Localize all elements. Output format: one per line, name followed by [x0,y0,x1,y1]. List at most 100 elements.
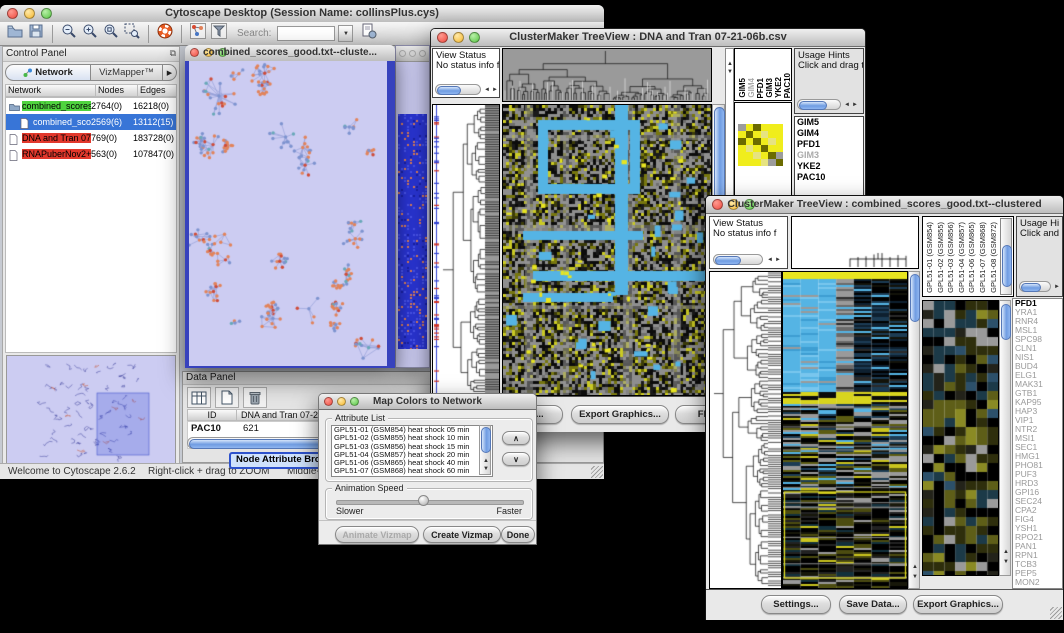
tab-overflow-button[interactable]: ▶ [163,64,177,81]
matrix-cell[interactable] [738,145,746,152]
tv2-zoom-vscroll-thumb[interactable] [1001,304,1011,340]
matrix-cell[interactable] [753,124,761,131]
tv2-button[interactable]: Export Graphics... [913,595,1003,614]
column-header-network[interactable]: Network [5,84,95,97]
network-manager-icon[interactable] [189,22,207,45]
inactive-zoom-button[interactable] [419,50,426,57]
tv1-column-dendrogram[interactable] [502,48,712,102]
tv1-row-label[interactable]: GIM3 [795,150,863,161]
search-dropdown-button[interactable]: ▼ [338,25,353,42]
matrix-cell[interactable] [738,124,746,131]
matrix-cell[interactable] [776,124,784,131]
tv1-row-label[interactable]: YKE2 [795,161,863,172]
matrix-cell[interactable] [738,159,746,166]
tv2-global-heatmap[interactable] [782,271,908,589]
matrix-cell[interactable] [746,138,754,145]
scroll-left-icon[interactable]: ◄ [767,257,773,263]
tab-network[interactable]: Network [5,64,91,81]
treeview1-titlebar[interactable]: ClusterMaker TreeView : DNA and Tran 07-… [431,29,865,47]
dense-network-canvas[interactable] [398,114,427,349]
scroll-right-icon[interactable]: ► [775,257,781,263]
speed-slider-track[interactable] [336,500,524,505]
scroll-left-icon[interactable]: ◄ [844,102,850,108]
matrix-cell[interactable] [776,145,784,152]
matrix-cell[interactable] [761,138,769,145]
scroll-up-icon[interactable]: ▲ [912,564,918,570]
dialog-button-create-vizmap[interactable]: Create Vizmap [423,526,501,543]
tv2-zoom-heatmap[interactable] [922,300,999,576]
matrix-cell[interactable] [753,145,761,152]
tv2-column-dendrogram[interactable] [791,216,919,269]
tv1-status-hscroll-thumb[interactable] [437,86,461,95]
matrix-cell[interactable] [768,159,776,166]
scroll-down-icon[interactable]: ▼ [483,466,489,472]
tv1-column-label[interactable]: GIM5 [738,78,747,98]
tv2-column-label[interactable]: GPL51-01 (GSM854) [925,222,934,293]
network-list-row[interactable]: DNA and Tran 07769(0)183728(0) [6,130,176,146]
dialog-titlebar[interactable]: Map Colors to Network [319,394,536,410]
new-attribute-icon[interactable] [215,387,239,408]
matrix-cell[interactable] [753,152,761,159]
matrix-cell[interactable] [753,159,761,166]
matrix-cell[interactable] [768,145,776,152]
network-list-row[interactable]: combined_scores_2764(0)16218(0) [6,98,176,114]
treeview2-titlebar[interactable]: ClusterMaker TreeView : combined_scores_… [706,196,1063,214]
network-list-row[interactable]: combined_sco2569(6)13112(15) [6,114,176,130]
search-input[interactable] [277,26,335,41]
zoom-in-icon[interactable] [81,22,99,45]
tv1-row-label[interactable]: PFD1 [795,139,863,150]
scroll-left-icon[interactable]: ◄ [484,87,490,93]
tv2-hints-hscroll-thumb[interactable] [1021,283,1041,292]
tv1-global-heatmap[interactable] [502,104,712,396]
column-header-edges[interactable]: Edges [137,84,177,97]
tv2-zoom-vscrollbar[interactable]: ▲ ▼ [999,300,1011,576]
scroll-right-icon[interactable]: ► [492,87,498,93]
tv1-button[interactable]: Export Graphics... [571,405,669,424]
tv1-zoom-heatmap[interactable] [738,124,783,166]
tv2-row-dendrogram[interactable] [709,271,782,589]
tv1-row-label[interactable]: GIM4 [795,128,863,139]
attribute-vscrollbar[interactable]: ▲ ▼ [479,425,491,475]
tv1-status-hscrollbar[interactable] [435,84,481,95]
filter-icon[interactable] [210,22,228,45]
main-titlebar[interactable]: Cytoscape Desktop (Session Name: collins… [0,5,604,23]
matrix-cell[interactable] [776,138,784,145]
tv2-column-label[interactable]: GPL51-02 (GSM855) [936,222,945,293]
tv1-hints-hscroll-thumb[interactable] [799,101,827,110]
move-up-button[interactable]: ∧ [502,431,530,445]
tv1-column-label[interactable]: PAC10 [783,73,792,98]
resize-grip[interactable] [1050,607,1062,619]
move-down-button[interactable]: ∨ [502,452,530,466]
matrix-cell[interactable] [753,138,761,145]
tv1-row-label[interactable]: GIM5 [795,117,863,128]
open-file-icon[interactable] [6,22,24,45]
tv1-row-dendrogram[interactable] [432,104,500,396]
tv2-status-hscrollbar[interactable] [713,254,763,265]
tab-vizmapper[interactable]: VizMapper™ [91,64,163,81]
network-window-titlebar[interactable]: combined_scores_good.txt--cluste... [185,45,395,62]
scroll-down-icon[interactable]: ▼ [912,574,918,580]
network-list-row[interactable]: RNAPuberNov2+563(0)107847(0) [6,146,176,162]
matrix-cell[interactable] [746,124,754,131]
dialog-button-done[interactable]: Done [501,526,535,543]
data-column-id[interactable]: ID [187,409,237,421]
matrix-cell[interactable] [776,152,784,159]
scroll-right-icon[interactable]: ► [1054,284,1060,290]
matrix-cell[interactable] [761,145,769,152]
matrix-cell[interactable] [761,152,769,159]
matrix-cell[interactable] [768,138,776,145]
tv1-column-label[interactable]: PFD1 [756,78,765,98]
tv1-hints-hscrollbar[interactable] [797,99,841,110]
zoom-out-icon[interactable] [60,22,78,45]
matrix-cell[interactable] [738,131,746,138]
tv1-column-label[interactable]: GIM4 [747,78,756,98]
tv2-column-label[interactable]: GPL51-06 (GSM865) [967,222,976,293]
tv2-button[interactable]: Save Data... [839,595,907,614]
tv2-collabel-vscrollbar[interactable] [1000,218,1012,295]
tv2-hints-hscrollbar[interactable] [1019,281,1051,292]
matrix-cell[interactable] [761,159,769,166]
matrix-cell[interactable] [776,159,784,166]
scroll-up-icon[interactable]: ▲ [483,458,489,464]
tv1-column-label[interactable]: GIM3 [765,78,774,98]
gene-label[interactable]: MON2 [1013,578,1062,587]
